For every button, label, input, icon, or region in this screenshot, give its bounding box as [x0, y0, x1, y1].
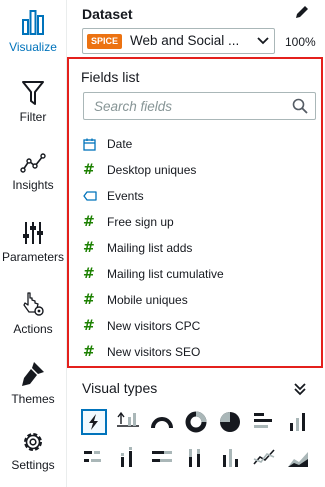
vt-donut-icon[interactable] — [183, 409, 209, 435]
field-label: New visitors SEO — [107, 345, 201, 359]
gear-icon — [24, 433, 42, 451]
calendar-icon — [83, 138, 107, 151]
vt-line-icon[interactable] — [251, 445, 277, 471]
rail-label-filter: Filter — [19, 110, 47, 124]
pointer-gear-icon — [23, 292, 44, 316]
search-placeholder: Search fields — [94, 99, 173, 114]
rail-item-themes[interactable]: Themes — [0, 360, 66, 406]
field-item-mailing-list-adds[interactable]: # Mailing list adds — [83, 235, 313, 261]
rail-item-parameters[interactable]: Parameters — [0, 220, 66, 264]
field-item-new-visitors-cpc[interactable]: # New visitors CPC — [83, 313, 313, 339]
field-item-date[interactable]: Date — [83, 131, 313, 157]
measure-hash-icon: # — [83, 266, 95, 282]
rail-item-visualize[interactable]: Visualize — [0, 8, 66, 54]
measure-hash-icon: # — [83, 318, 95, 334]
chevron-down-icon — [257, 37, 269, 45]
field-label: Mobile uniques — [107, 293, 188, 307]
field-item-free-sign-up[interactable]: # Free sign up — [83, 209, 313, 235]
visualize-panel: Dataset SPICE Web and Social ... 100% Fi… — [67, 0, 325, 487]
field-label: Desktop uniques — [107, 163, 197, 177]
rail-label-themes: Themes — [11, 392, 55, 406]
search-icon — [292, 98, 308, 114]
field-item-desktop-uniques[interactable]: # Desktop uniques — [83, 157, 313, 183]
spice-usage-percent: 100% — [285, 35, 316, 49]
vt-100-column-icon[interactable] — [183, 445, 209, 471]
sliders-icon — [23, 222, 43, 244]
fields-list-section: Fields list Search fields Date # Desktop… — [67, 57, 323, 368]
field-item-mobile-uniques[interactable]: # Mobile uniques — [83, 287, 313, 313]
rail-item-actions[interactable]: Actions — [0, 290, 66, 336]
vt-vertical-bar-icon[interactable] — [285, 409, 311, 435]
vt-autograph-icon[interactable] — [81, 409, 107, 435]
visual-types-title: Visual types — [82, 380, 158, 396]
field-label: Free sign up — [107, 215, 174, 229]
field-label: Mailing list adds — [107, 241, 193, 255]
vt-bar-sort-icon[interactable] — [115, 409, 141, 435]
vt-stacked-bar-icon[interactable] — [81, 445, 107, 471]
rail-item-settings[interactable]: Settings — [0, 430, 66, 472]
vt-100-bar-icon[interactable] — [149, 445, 175, 471]
field-item-mailing-list-cumulative[interactable]: # Mailing list cumulative — [83, 261, 313, 287]
field-label: Events — [107, 189, 144, 203]
rail-label-insights: Insights — [12, 178, 54, 192]
measure-hash-icon: # — [83, 162, 95, 178]
field-label: New visitors CPC — [107, 319, 201, 333]
spice-badge: SPICE — [87, 34, 123, 49]
rail-item-filter[interactable]: Filter — [0, 80, 66, 124]
vt-stacked-column-icon[interactable] — [115, 445, 141, 471]
double-chevron-down-icon[interactable] — [293, 382, 307, 396]
dataset-name: Web and Social ... — [130, 33, 240, 48]
left-navigation-rail: Visualize Filter Insights Parameters Act… — [0, 0, 67, 487]
vt-combo-bar-icon[interactable] — [217, 445, 243, 471]
vt-gauge-icon[interactable] — [149, 409, 175, 435]
vt-pie-icon[interactable] — [217, 409, 243, 435]
field-item-new-visitors-seo[interactable]: # New visitors SEO — [83, 339, 313, 365]
dataset-select[interactable]: SPICE Web and Social ... — [82, 28, 275, 54]
rail-label-visualize: Visualize — [9, 40, 57, 54]
bar-chart-icon — [22, 10, 44, 35]
field-item-events[interactable]: Events — [83, 183, 313, 209]
dataset-title: Dataset — [82, 6, 133, 22]
rail-label-actions: Actions — [13, 322, 53, 336]
vt-area-icon[interactable] — [285, 445, 311, 471]
rail-item-insights[interactable]: Insights — [0, 152, 66, 192]
brush-icon — [22, 362, 44, 386]
measure-hash-icon: # — [83, 344, 95, 360]
line-chart-icon — [20, 153, 46, 173]
dimension-tag-icon — [83, 191, 107, 201]
funnel-icon — [22, 81, 44, 105]
search-fields-input[interactable]: Search fields — [83, 92, 316, 120]
pencil-icon[interactable] — [294, 4, 310, 20]
measure-hash-icon: # — [83, 240, 95, 256]
field-label: Date — [107, 137, 133, 151]
measure-hash-icon: # — [83, 214, 95, 230]
fields-list-title: Fields list — [81, 69, 140, 85]
field-list: Date # Desktop uniques Events # Free sig… — [83, 131, 313, 365]
vt-horizontal-bar-icon[interactable] — [251, 409, 277, 435]
rail-label-parameters: Parameters — [1, 250, 65, 264]
field-label: Mailing list cumulative — [107, 267, 224, 281]
rail-label-settings: Settings — [11, 458, 55, 472]
measure-hash-icon: # — [83, 292, 95, 308]
